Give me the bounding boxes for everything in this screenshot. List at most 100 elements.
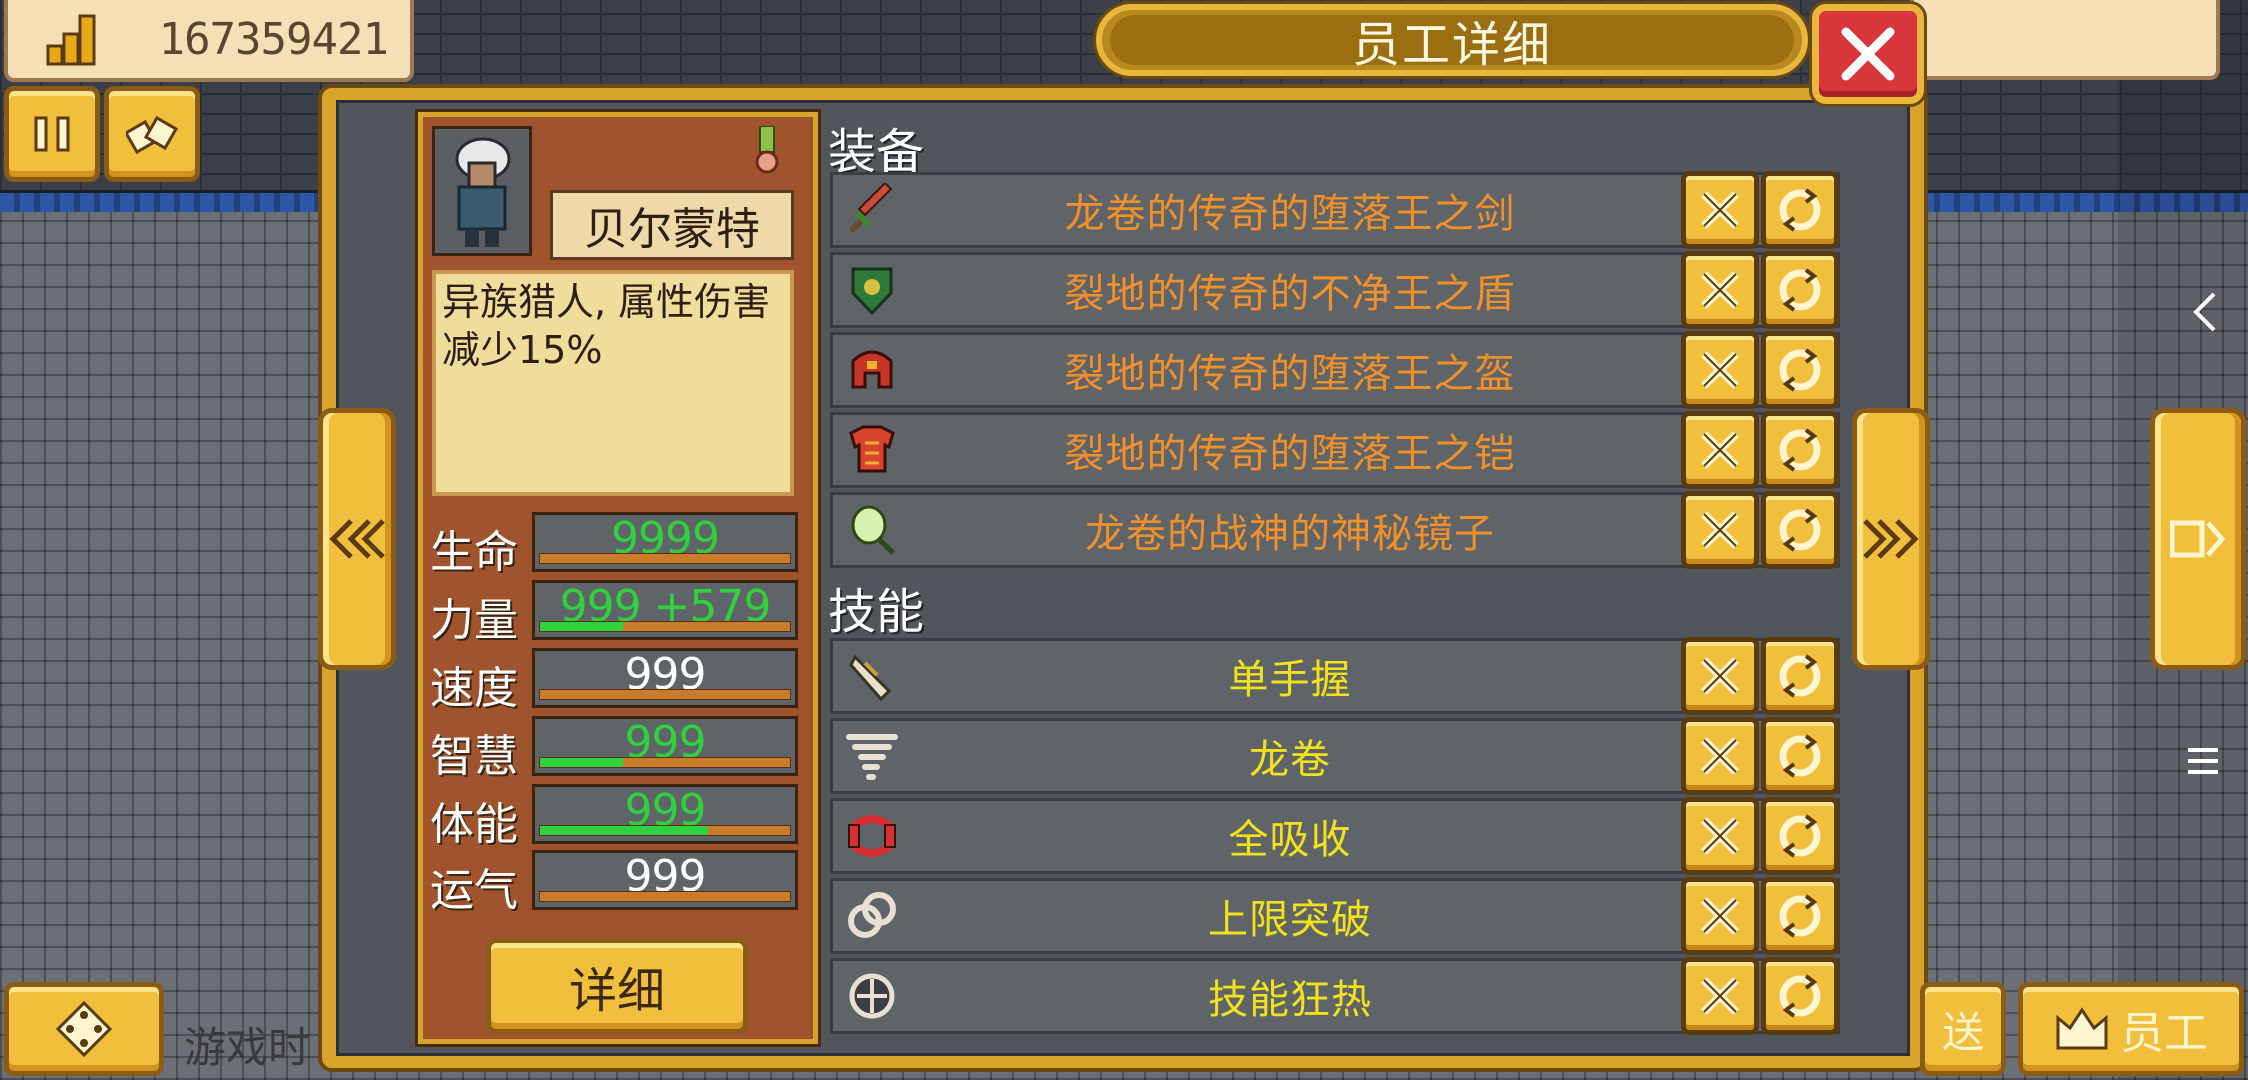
limit-break-icon (843, 887, 901, 945)
stat-track (539, 553, 791, 564)
x-icon (1701, 271, 1739, 309)
equipment-row[interactable]: 龙卷的战神的神秘镜子 (830, 491, 1840, 569)
skill-row[interactable]: 技能狂热 (830, 957, 1840, 1035)
x-icon (1701, 657, 1739, 695)
equipment-row[interactable]: 裂地的传奇的堕落王之铠 (830, 411, 1840, 489)
unequip-button[interactable] (1681, 251, 1759, 329)
previous-staff-button[interactable] (318, 408, 396, 670)
money-bar: 167359421 (4, 0, 414, 82)
swap-icon (1779, 734, 1821, 778)
detail-button[interactable]: 详细 (486, 938, 748, 1034)
swap-skill-button[interactable] (1761, 957, 1839, 1035)
staff-button-label: 员工 (2120, 1008, 2208, 1059)
swap-icon (1779, 428, 1821, 472)
x-icon (1701, 977, 1739, 1015)
equipment-name: 裂地的传奇的堕落王之盔 (1064, 351, 1516, 397)
hand-grip-icon (843, 647, 901, 705)
swap-icon (1779, 268, 1821, 312)
swap-equipment-button[interactable] (1761, 411, 1839, 489)
remove-skill-button[interactable] (1681, 637, 1759, 715)
square-arrow-icon (2170, 520, 2226, 558)
pause-button[interactable] (4, 86, 100, 182)
x-icon (1701, 897, 1739, 935)
equipment-row[interactable]: 龙卷的传奇的堕落王之剑 (830, 171, 1840, 249)
swap-icon (1779, 508, 1821, 552)
swap-icon (1779, 188, 1821, 232)
sword-icon (843, 181, 901, 239)
remove-skill-button[interactable] (1681, 877, 1759, 955)
swap-icon (1779, 348, 1821, 392)
absorb-icon (843, 807, 901, 865)
dialog-title-inner: 员工详细 (1110, 15, 1794, 73)
tornado-icon (843, 727, 901, 785)
items-icon (126, 115, 178, 155)
stat-bar-strength: 999 +579 (532, 580, 798, 640)
skill-row[interactable]: 全吸收 (830, 797, 1840, 875)
stat-fill (540, 826, 708, 835)
skills-title: 技能 (828, 584, 925, 640)
dpad-button[interactable] (4, 982, 164, 1076)
dpad-icon (55, 1000, 113, 1058)
skill-row[interactable]: 上限突破 (830, 877, 1840, 955)
skill-row[interactable]: 单手握 (830, 637, 1840, 715)
swap-equipment-button[interactable] (1761, 171, 1839, 249)
unequip-button[interactable] (1681, 491, 1759, 569)
equipment-name: 裂地的传奇的堕落王之铠 (1064, 431, 1516, 477)
coins-stack-icon (46, 14, 96, 66)
remove-skill-button[interactable] (1681, 957, 1759, 1035)
stat-label-strength: 力量 (430, 595, 518, 646)
x-icon (1701, 511, 1739, 549)
equipment-row[interactable]: 裂地的传奇的不净王之盾 (830, 251, 1840, 329)
swap-icon (1779, 654, 1821, 698)
skill-row[interactable]: 龙卷 (830, 717, 1840, 795)
unequip-button[interactable] (1681, 171, 1759, 249)
equipment-name: 龙卷的战神的神秘镜子 (1085, 511, 1495, 557)
x-icon (1701, 191, 1739, 229)
stat-track (539, 825, 791, 836)
stat-label-stamina: 体能 (430, 799, 518, 850)
stat-track (539, 621, 791, 632)
stat-bar-stamina: 999 (532, 784, 798, 844)
side-menu-tab[interactable] (2150, 408, 2246, 670)
dialog-title: 员工详细 (1351, 17, 1552, 73)
x-icon (1701, 351, 1739, 389)
staff-button[interactable]: 员工 (2018, 982, 2244, 1076)
x-icon (1701, 431, 1739, 469)
equipment-name: 龙卷的传奇的堕落王之剑 (1064, 191, 1516, 237)
partial-hud-button[interactable]: 送 (1920, 982, 2006, 1076)
swap-skill-button[interactable] (1761, 877, 1839, 955)
character-portrait (432, 126, 532, 256)
game-time-label: 游戏时 (184, 1023, 311, 1072)
character-name[interactable]: 贝尔蒙特 (550, 190, 794, 260)
hunter-sprite-icon (455, 137, 511, 247)
remove-skill-button[interactable] (1681, 717, 1759, 795)
swap-skill-button[interactable] (1761, 717, 1839, 795)
mirror-icon (843, 501, 901, 559)
items-button[interactable] (104, 86, 200, 182)
x-icon (1701, 817, 1739, 855)
swap-skill-button[interactable] (1761, 637, 1839, 715)
stat-bar-speed: 999 (532, 648, 798, 708)
next-staff-button[interactable] (1852, 408, 1930, 670)
skill-name: 全吸收 (1228, 817, 1352, 863)
equipment-row[interactable]: 裂地的传奇的堕落王之盔 (830, 331, 1840, 409)
shield-icon (843, 261, 901, 319)
unequip-button[interactable] (1681, 331, 1759, 409)
medal-icon (755, 126, 779, 174)
equipment-name: 裂地的传奇的不净王之盾 (1064, 271, 1516, 317)
stat-track (539, 689, 791, 700)
swap-icon (1779, 814, 1821, 858)
menu-icon[interactable] (2186, 744, 2220, 787)
skill-name: 龙卷 (1249, 737, 1331, 783)
character-description: 异族猎人, 属性伤害减少15% (432, 270, 794, 496)
stat-bar-hp: 9999 (532, 512, 798, 572)
swap-equipment-button[interactable] (1761, 331, 1839, 409)
helmet-icon (843, 341, 901, 399)
unequip-button[interactable] (1681, 411, 1759, 489)
close-button[interactable] (1812, 4, 1924, 104)
swap-equipment-button[interactable] (1761, 251, 1839, 329)
remove-skill-button[interactable] (1681, 797, 1759, 875)
swap-equipment-button[interactable] (1761, 491, 1839, 569)
chevron-left-icon[interactable] (2190, 290, 2220, 343)
swap-skill-button[interactable] (1761, 797, 1839, 875)
